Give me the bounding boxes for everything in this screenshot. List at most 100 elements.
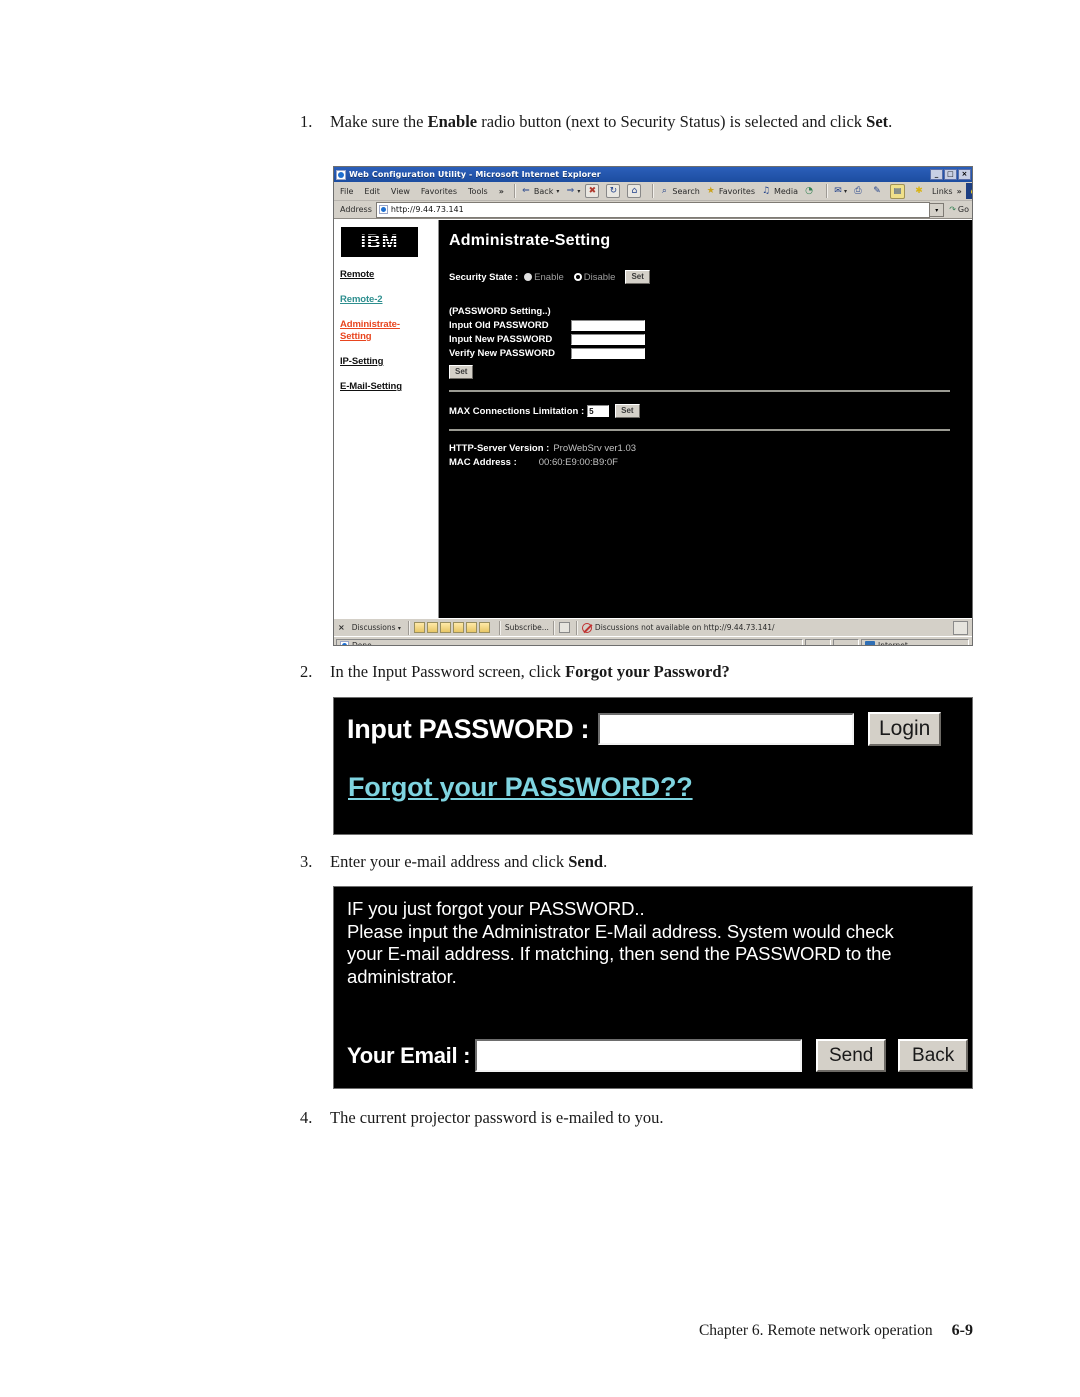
- toolbar-edit-button[interactable]: ✎: [871, 185, 885, 197]
- radio-enable-label: Enable: [534, 271, 564, 283]
- previous-discussion-icon[interactable]: [439, 622, 451, 633]
- next-discussion-icon[interactable]: [452, 622, 464, 633]
- status-spacer-2: [833, 639, 859, 645]
- password-verify-input[interactable]: [571, 348, 645, 359]
- toolbar-messenger-button[interactable]: ✱: [913, 185, 927, 197]
- address-value: http://9.44.73.141: [390, 205, 464, 214]
- menu-overflow-chevron[interactable]: »: [499, 187, 504, 196]
- password-setting-group: (PASSWORD Setting..) Input Old PASSWORD …: [449, 306, 972, 379]
- sidebar-item-ip-setting[interactable]: IP-Setting: [340, 356, 438, 368]
- step-1-seg-4: .: [888, 112, 893, 131]
- mail-dropdown-caret[interactable]: ▾: [844, 188, 847, 195]
- subscribe-button[interactable]: Subscribe...: [505, 623, 549, 632]
- email-instructions-line-4: administrator.: [347, 965, 457, 987]
- insert-discussion-page-icon[interactable]: [426, 622, 438, 633]
- toolbar-favorites-button[interactable]: ★ Favorites: [705, 185, 755, 197]
- toolbar-refresh-button[interactable]: ↻: [606, 184, 622, 198]
- ibm-logo-icon: IBM: [341, 227, 418, 257]
- sidebar-item-remote-2[interactable]: Remote-2: [340, 294, 438, 306]
- discussions-menu-button[interactable]: Discussions ▾: [352, 623, 401, 632]
- links-overflow-chevron[interactable]: »: [957, 187, 962, 196]
- status-zone-cell: Internet: [861, 639, 969, 645]
- toolbar-print-button[interactable]: ⎙: [852, 185, 866, 197]
- sidebar-item-administrate-setting-line2[interactable]: Setting: [340, 331, 438, 343]
- menu-edit[interactable]: Edit: [364, 187, 380, 196]
- address-input[interactable]: http://9.44.73.141: [375, 201, 931, 218]
- address-dropdown-button[interactable]: ▾: [930, 202, 945, 217]
- max-connections-set-button[interactable]: Set: [615, 404, 640, 418]
- discussion-options-icon[interactable]: [558, 622, 570, 633]
- step-2-seg-1: Forgot your Password?: [565, 662, 730, 681]
- sidebar-item-administrate-setting-line1[interactable]: Administrate-: [340, 319, 438, 331]
- insert-discussion-icon[interactable]: [413, 622, 425, 633]
- step-2: 2. In the Input Password screen, click F…: [300, 660, 948, 684]
- browser-addressbar: Address http://9.44.73.141 ▾ ↷ Go: [334, 201, 972, 219]
- menu-favorites[interactable]: Favorites: [421, 187, 457, 196]
- browser-titlebar: Web Configuration Utility - Microsoft In…: [334, 167, 972, 182]
- radio-disable-label: Disable: [583, 271, 616, 283]
- links-label[interactable]: Links: [932, 187, 953, 196]
- menu-file[interactable]: File: [340, 187, 353, 196]
- hide-discussions-icon[interactable]: [478, 622, 490, 633]
- toolbar-discuss-button[interactable]: ▤: [890, 183, 908, 199]
- stop-icon: ✖: [585, 184, 600, 198]
- toolbar-separator-3: [826, 184, 829, 198]
- password-new-input[interactable]: [571, 334, 645, 345]
- step-1-seg-0: Make sure the: [330, 112, 428, 131]
- forward-dropdown-caret[interactable]: ▾: [577, 188, 580, 195]
- sidebar-item-email-setting[interactable]: E-Mail-Setting: [340, 381, 438, 393]
- show-discussions-icon[interactable]: [465, 622, 477, 633]
- security-state-row: Security State : Enable Disable Set: [449, 270, 972, 284]
- max-connections-input[interactable]: 5: [587, 405, 610, 417]
- back-button[interactable]: Back: [898, 1039, 969, 1072]
- password-input[interactable]: [598, 713, 855, 745]
- mac-address-row: MAC Address : 00:60:E9:00:B9:0F: [449, 456, 972, 470]
- go-button[interactable]: ↷ Go: [949, 205, 969, 214]
- toolbar-home-button[interactable]: ⌂: [627, 184, 643, 198]
- radio-disable[interactable]: Disable: [573, 271, 616, 283]
- page-sidebar: IBM Remote Remote-2 Administrate- Settin…: [334, 220, 439, 618]
- divider-2: [449, 429, 950, 431]
- minimize-button[interactable]: _: [930, 169, 943, 180]
- password-old-input[interactable]: [571, 320, 645, 331]
- footer-page-number: 6-9: [951, 1322, 973, 1339]
- password-row-verify: Verify New PASSWORD: [449, 348, 972, 359]
- step-4-number: 4.: [300, 1108, 313, 1127]
- password-set-button[interactable]: Set: [449, 365, 474, 379]
- toolbar-mail-button[interactable]: ✉ ▾: [832, 185, 847, 197]
- close-button[interactable]: ×: [958, 169, 971, 180]
- disc-separator-1: [407, 620, 410, 635]
- status-spacer-1: [805, 639, 831, 645]
- forgot-password-link[interactable]: Forgot your PASSWORD??: [348, 772, 693, 802]
- step-3-seg-0: Enter your e-mail address and click: [330, 852, 569, 871]
- input-password-label: Input PASSWORD :: [347, 713, 590, 744]
- radio-disable-dot[interactable]: [573, 273, 582, 281]
- radio-enable-dot[interactable]: [524, 273, 533, 281]
- step-3-seg-2: .: [603, 852, 608, 871]
- back-dropdown-caret[interactable]: ▾: [556, 188, 559, 195]
- discussions-overflow-icon[interactable]: [953, 620, 968, 635]
- password-group-title: (PASSWORD Setting..): [449, 306, 551, 317]
- page-title: Administrate-Setting: [449, 232, 611, 249]
- discussions-close-icon[interactable]: ×: [338, 623, 345, 632]
- menu-view[interactable]: View: [391, 187, 410, 196]
- toolbar-back-button[interactable]: ⇐ Back ▾: [520, 185, 559, 197]
- send-button[interactable]: Send: [816, 1039, 887, 1072]
- go-label: Go: [957, 205, 969, 214]
- toolbar-history-button[interactable]: ◔: [803, 185, 817, 197]
- radio-enable[interactable]: Enable: [524, 272, 564, 283]
- email-instructions-line-3: your E-mail address. If matching, then s…: [347, 943, 892, 964]
- security-set-button[interactable]: Set: [625, 270, 650, 284]
- restore-button[interactable]: □: [944, 169, 957, 180]
- toolbar-search-button[interactable]: ⌕ Search: [658, 185, 700, 197]
- step-1-seg-1: Enable: [427, 112, 478, 131]
- toolbar-stop-button[interactable]: ✖: [585, 184, 601, 198]
- ie-app-icon: [336, 169, 346, 180]
- menu-tools[interactable]: Tools: [468, 187, 488, 196]
- sidebar-item-remote[interactable]: Remote: [340, 269, 438, 281]
- toolbar-media-button[interactable]: ♫ Media: [760, 185, 798, 197]
- login-button[interactable]: Login: [868, 712, 942, 746]
- search-icon: ⌕: [661, 186, 667, 196]
- email-input[interactable]: [475, 1039, 803, 1072]
- toolbar-forward-button[interactable]: ⇒ ▾: [564, 185, 581, 197]
